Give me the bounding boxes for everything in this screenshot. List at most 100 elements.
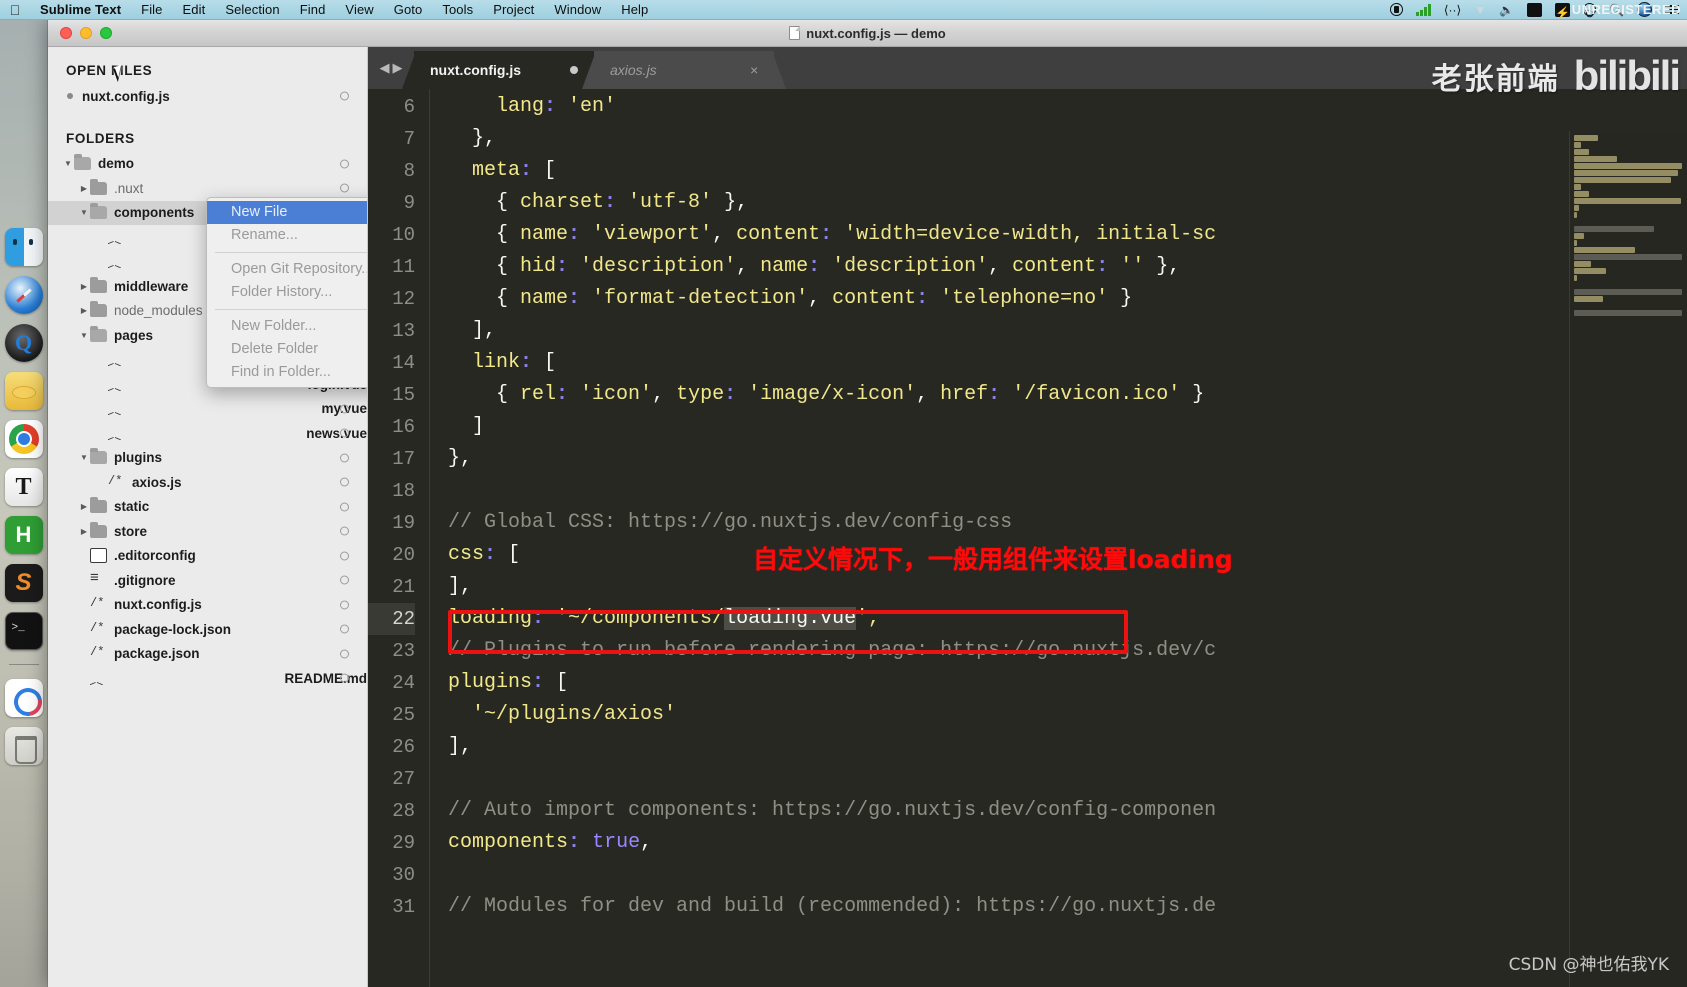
dock-item-textedit-icon[interactable]: [4, 468, 43, 506]
tree-item-nuxt-config-js[interactable]: nuxt.config.js: [48, 593, 367, 618]
code-line[interactable]: },: [448, 123, 1687, 155]
code-line[interactable]: { name: 'format-detection', content: 'te…: [448, 283, 1687, 315]
volume-icon[interactable]: 🔈: [1499, 0, 1514, 20]
tree-item-package-lock-json[interactable]: package-lock.json: [48, 617, 367, 642]
chevron-right-icon[interactable]: ▶: [393, 60, 403, 76]
dock-item-quicktime-icon[interactable]: [4, 324, 43, 362]
menu-item-find[interactable]: Find: [290, 0, 336, 20]
context-menu-item-open-git-repository[interactable]: Open Git Repository...: [207, 258, 367, 281]
sidebar[interactable]: OPEN FILES nuxt.config.js FOLDERS ▼ demo ▶…: [48, 47, 368, 987]
code-line[interactable]: [448, 475, 1687, 507]
window-title-bar[interactable]: nuxt.config.js — demo: [48, 20, 1687, 47]
wifi-signal-icon[interactable]: [1415, 3, 1431, 16]
disclosure-arrow-icon[interactable]: ▼: [78, 331, 90, 340]
disclosure-arrow-icon[interactable]: ▼: [62, 159, 74, 168]
code-brackets-icon[interactable]: ⟨··⟩: [1444, 0, 1461, 20]
minimize-button[interactable]: [80, 27, 92, 39]
apple-icon[interactable]: : [0, 3, 30, 17]
code-line[interactable]: [448, 763, 1687, 795]
battery-icon[interactable]: [1389, 3, 1403, 16]
menu-item-edit[interactable]: Edit: [173, 0, 216, 20]
context-menu-item-new-folder[interactable]: New Folder...: [207, 315, 367, 338]
close-button[interactable]: [60, 27, 72, 39]
disclosure-arrow-icon[interactable]: ▶: [78, 282, 90, 291]
tree-item-demo[interactable]: ▼ demo: [48, 152, 367, 177]
code-line[interactable]: // Auto import components: https://go.nu…: [448, 795, 1687, 827]
code-content[interactable]: lang: 'en' }, meta: [ { charset: 'utf-8'…: [430, 89, 1687, 987]
control-center-icon[interactable]: [1665, 5, 1679, 14]
vmware-icon[interactable]: ▼: [1474, 0, 1486, 20]
code-line[interactable]: // Global CSS: https://go.nuxtjs.dev/con…: [448, 507, 1687, 539]
dock-item-preview-icon[interactable]: [4, 372, 43, 410]
menu-item-file[interactable]: File: [131, 0, 172, 20]
tab-bar[interactable]: ◀ ▶ nuxt.config.js axios.js ×: [368, 47, 1687, 89]
tree-item-my-vue[interactable]: my.vue: [48, 397, 367, 422]
code-line[interactable]: lang: 'en': [448, 91, 1687, 123]
code-line[interactable]: { charset: 'utf-8' },: [448, 187, 1687, 219]
context-menu-item-delete-folder[interactable]: Delete Folder: [207, 338, 367, 361]
globe-icon[interactable]: [1637, 2, 1652, 17]
code-line[interactable]: // Modules for dev and build (recommende…: [448, 891, 1687, 923]
tree-item-news-vue[interactable]: news.vue: [48, 421, 367, 446]
timemachine-icon[interactable]: ↻: [1583, 3, 1597, 21]
context-menu-item-find-in-folder[interactable]: Find in Folder...: [207, 361, 367, 384]
tree-item-static[interactable]: ▶ static: [48, 495, 367, 520]
dock-item-html5-icon[interactable]: [4, 516, 43, 554]
dock-item-trash-icon[interactable]: [4, 727, 43, 765]
battery-charging-icon[interactable]: ⚡: [1555, 2, 1571, 20]
code-line[interactable]: meta: [: [448, 155, 1687, 187]
disclosure-arrow-icon[interactable]: ▶: [78, 502, 90, 511]
code-line[interactable]: { hid: 'description', name: 'description…: [448, 251, 1687, 283]
menu-item-goto[interactable]: Goto: [384, 0, 433, 20]
menu-item-help[interactable]: Help: [611, 0, 658, 20]
menu-item-tools[interactable]: Tools: [432, 0, 483, 20]
folder-context-menu[interactable]: New File Rename... Open Git Repository... F…: [206, 197, 367, 388]
dock-item-terminal-icon[interactable]: [4, 612, 43, 650]
disclosure-arrow-icon[interactable]: ▶: [78, 527, 90, 536]
context-menu-item-rename[interactable]: Rename...: [207, 224, 367, 247]
tree-item-store[interactable]: ▶ store: [48, 519, 367, 544]
code-line[interactable]: plugins: [: [448, 667, 1687, 699]
menu-item-selection[interactable]: Selection: [215, 0, 289, 20]
context-menu-item-folder-history[interactable]: Folder History...: [207, 281, 367, 304]
tree-item--editorconfig[interactable]: .editorconfig: [48, 544, 367, 569]
disclosure-arrow-icon[interactable]: ▶: [78, 306, 90, 315]
tree-item-readme-md[interactable]: README.md: [48, 666, 367, 691]
dock-item-safari-icon[interactable]: [4, 276, 43, 314]
code-line[interactable]: ]: [448, 411, 1687, 443]
maximize-button[interactable]: [100, 27, 112, 39]
dock-item-baidu-netdisk-icon[interactable]: [4, 679, 43, 717]
code-line[interactable]: { name: 'viewport', content: 'width=devi…: [448, 219, 1687, 251]
code-line[interactable]: loading: '~/components/loading.vue',: [448, 603, 1687, 635]
tab-modified-dot-icon[interactable]: [570, 66, 578, 74]
mac-menu-bar[interactable]:  Sublime TextFileEditSelectionFindViewG…: [0, 0, 1687, 21]
dock-item-finder-icon[interactable]: [4, 228, 43, 266]
disclosure-arrow-icon[interactable]: ▼: [78, 208, 90, 217]
menu-item-project[interactable]: Project: [483, 0, 544, 20]
disclosure-arrow-icon[interactable]: ▶: [78, 184, 90, 193]
open-file-row[interactable]: nuxt.config.js: [48, 84, 367, 109]
code-area[interactable]: 6 7 8 9 10 11 12 13 14 15 16 17 18 19 20 21 22 23 24 25 26 27…: [368, 89, 1687, 987]
disclosure-arrow-icon[interactable]: ▼: [78, 453, 90, 462]
code-line[interactable]: [448, 859, 1687, 891]
tab-nuxt-config-js[interactable]: nuxt.config.js: [414, 51, 594, 89]
dock[interactable]: [0, 20, 48, 987]
menu-item-window[interactable]: Window: [544, 0, 611, 20]
search-icon[interactable]: 🔍: [1609, 0, 1624, 20]
code-line[interactable]: '~/plugins/axios': [448, 699, 1687, 731]
tree-item-plugins[interactable]: ▼ plugins: [48, 446, 367, 471]
tree-item--gitignore[interactable]: .gitignore: [48, 568, 367, 593]
context-menu-item-new-file[interactable]: New File: [207, 201, 367, 224]
code-line[interactable]: ],: [448, 315, 1687, 347]
tab-close-icon[interactable]: ×: [750, 62, 758, 78]
dock-item-chrome-icon[interactable]: [4, 420, 43, 458]
tree-item-package-json[interactable]: package.json: [48, 642, 367, 667]
menu-item-view[interactable]: View: [335, 0, 383, 20]
menu-item-sublime-text[interactable]: Sublime Text: [30, 0, 131, 20]
chevron-left-icon[interactable]: ◀: [380, 60, 390, 76]
tree-item-axios-js[interactable]: axios.js: [48, 470, 367, 495]
code-line[interactable]: ],: [448, 731, 1687, 763]
tab-axios-js[interactable]: axios.js ×: [594, 51, 774, 89]
code-line[interactable]: components: true,: [448, 827, 1687, 859]
input-source-A-icon[interactable]: A: [1527, 2, 1543, 20]
